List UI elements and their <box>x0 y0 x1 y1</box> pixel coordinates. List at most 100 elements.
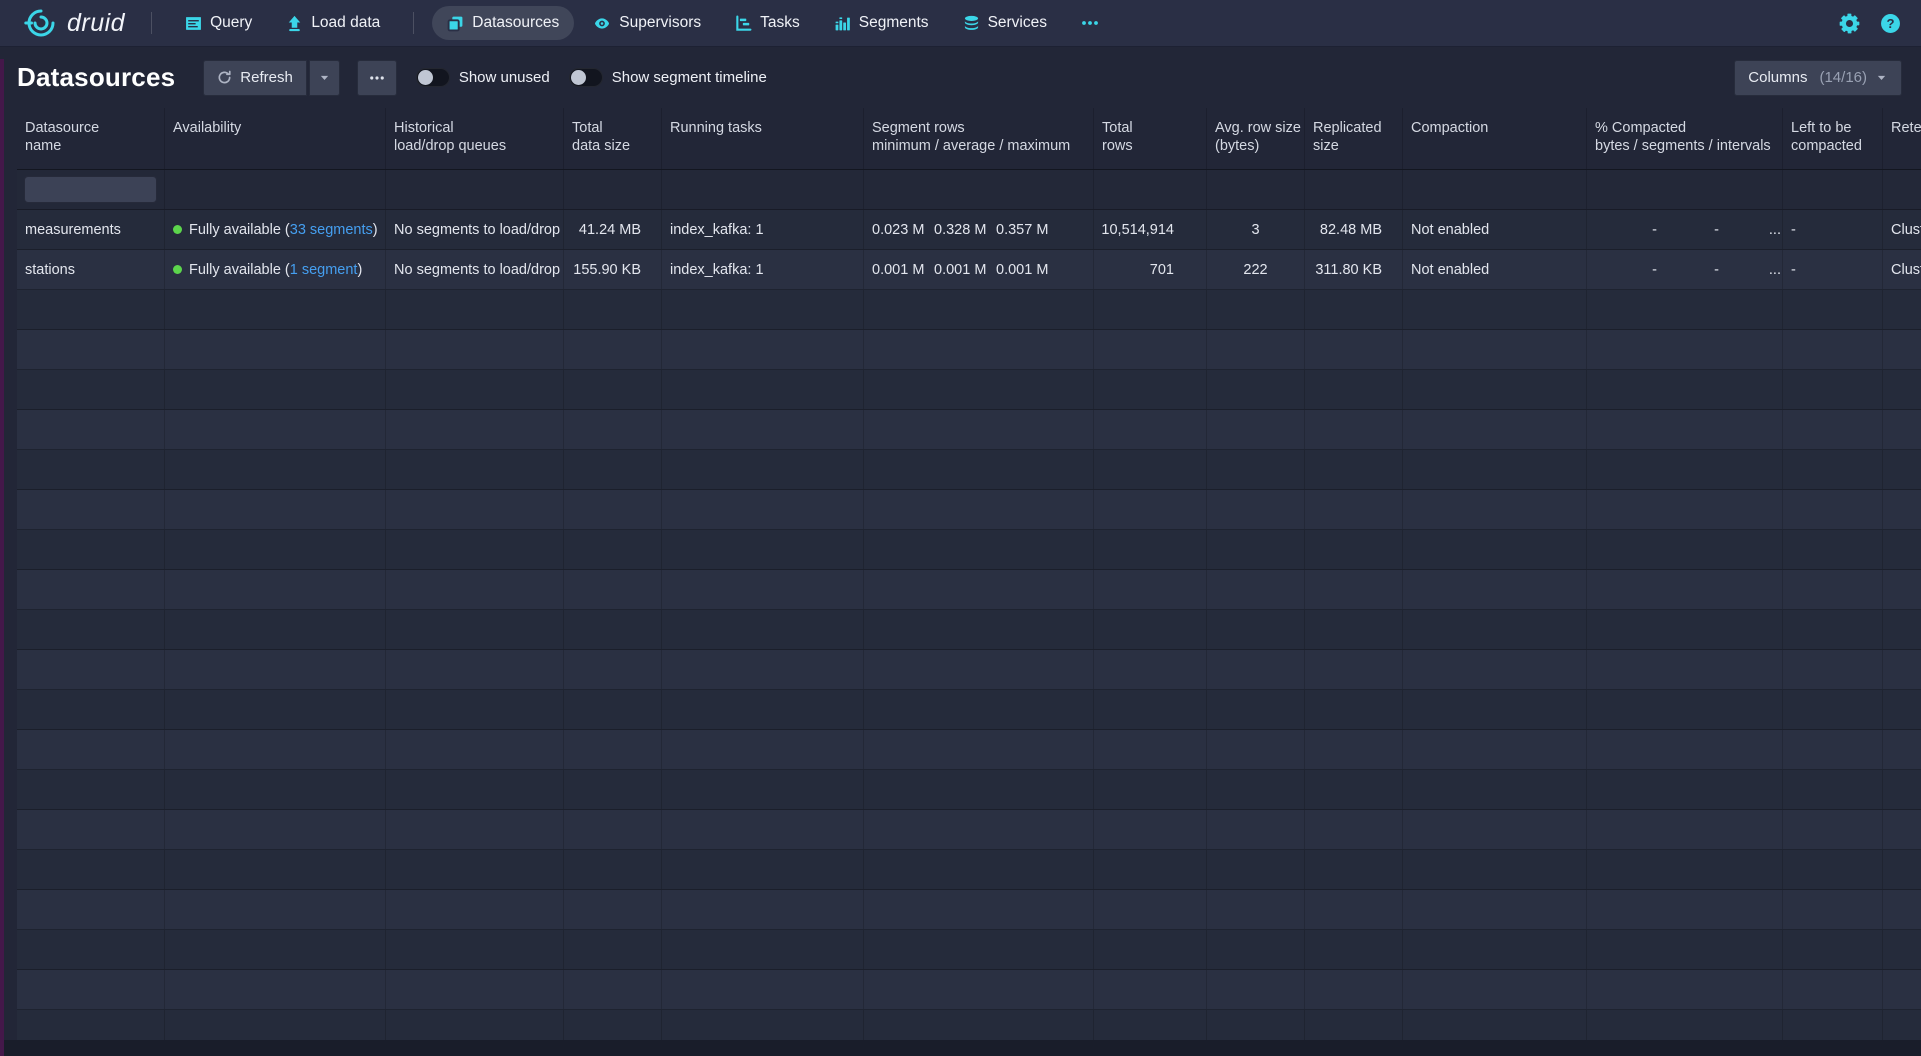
help-icon[interactable]: ? <box>1880 13 1901 34</box>
segments-link[interactable]: 1 segment <box>290 262 358 278</box>
cell-replicated_size: 82.48 MB <box>1305 210 1403 249</box>
column-header-availability[interactable]: Availability <box>165 108 386 169</box>
horizontal-scrollbar[interactable] <box>0 1040 1921 1056</box>
empty-cell <box>1403 490 1587 529</box>
empty-cell <box>1783 770 1883 809</box>
column-header-historical_queues[interactable]: Historicalload/drop queues <box>386 108 564 169</box>
settings-gear-icon[interactable] <box>1839 13 1860 34</box>
cell-segment_rows: 0.001 M0.001 M0.001 M <box>864 250 1094 289</box>
empty-cell <box>1207 450 1305 489</box>
column-header-total_rows[interactable]: Totalrows <box>1094 108 1207 169</box>
table-row-empty <box>17 530 1921 570</box>
nav-item-label: Query <box>210 14 252 32</box>
cell-historical_queues: No segments to load/drop <box>386 250 564 289</box>
table-row-empty <box>17 650 1921 690</box>
empty-cell <box>386 530 564 569</box>
empty-cell <box>17 570 165 609</box>
column-header-line1: Datasource <box>25 119 156 137</box>
nav-item-datasources[interactable]: Datasources <box>432 6 574 40</box>
empty-cell <box>564 730 662 769</box>
empty-cell <box>165 290 386 329</box>
empty-cell <box>1783 610 1883 649</box>
empty-cell <box>1094 290 1207 329</box>
column-header-avg_row_size[interactable]: Avg. row size(bytes) <box>1207 108 1305 169</box>
empty-cell <box>1587 370 1783 409</box>
empty-cell <box>1094 850 1207 889</box>
empty-cell <box>165 770 386 809</box>
toggle-switch[interactable] <box>416 68 450 87</box>
nav-item-segments[interactable]: Segments <box>819 6 944 40</box>
empty-cell <box>1883 970 1921 1009</box>
empty-cell <box>1587 530 1783 569</box>
column-header-running_tasks[interactable]: Running tasks <box>662 108 864 169</box>
show-unused-toggle[interactable]: Show unused <box>416 68 550 87</box>
nav-item-query[interactable]: Query <box>170 6 267 40</box>
column-header-left_to_be_compacted[interactable]: Left to becompacted <box>1783 108 1883 169</box>
nav-item-label: Datasources <box>472 14 559 32</box>
empty-cell <box>662 810 864 849</box>
column-header-compaction[interactable]: Compaction <box>1403 108 1587 169</box>
cell-running_tasks: index_kafka: 1 <box>662 250 864 289</box>
empty-cell <box>1783 650 1883 689</box>
empty-cell <box>17 730 165 769</box>
empty-cell <box>864 890 1094 929</box>
empty-cell <box>564 290 662 329</box>
empty-cell <box>165 410 386 449</box>
column-header-replicated_size[interactable]: Replicatedsize <box>1305 108 1403 169</box>
empty-cell <box>864 650 1094 689</box>
datasource-name-filter-input[interactable] <box>24 176 157 203</box>
nav-more-button[interactable] <box>1066 7 1114 39</box>
empty-cell <box>1403 1010 1587 1040</box>
refresh-caret-button[interactable] <box>309 60 340 96</box>
column-header-line1: % Compacted <box>1595 119 1774 137</box>
empty-cell <box>1587 290 1783 329</box>
empty-cell <box>17 650 165 689</box>
column-header-total_data_size[interactable]: Totaldata size <box>564 108 662 169</box>
empty-cell <box>1403 930 1587 969</box>
empty-cell <box>662 370 864 409</box>
empty-cell <box>662 490 864 529</box>
empty-cell <box>1783 290 1883 329</box>
cell-value: index_kafka: 1 <box>670 262 764 278</box>
empty-cell <box>165 930 386 969</box>
column-header-retention[interactable]: Retention <box>1883 108 1921 169</box>
empty-cell <box>1305 530 1403 569</box>
toggle-switch[interactable] <box>569 68 603 87</box>
empty-cell <box>1207 290 1305 329</box>
segments-link[interactable]: 33 segments <box>290 222 373 238</box>
table-row-empty <box>17 330 1921 370</box>
nav-item-tasks[interactable]: Tasks <box>720 6 815 40</box>
column-header-percent_compacted[interactable]: % Compactedbytes / segments / intervals <box>1587 108 1783 169</box>
refresh-button[interactable]: Refresh <box>203 60 307 96</box>
empty-cell <box>1883 330 1921 369</box>
empty-cell <box>1403 730 1587 769</box>
empty-cell <box>1094 490 1207 529</box>
cell-retention: Cluster default <box>1883 210 1921 249</box>
column-header-line1: Retention <box>1891 119 1921 137</box>
column-header-line1: Compaction <box>1411 119 1578 137</box>
more-actions-button[interactable] <box>357 60 397 96</box>
table-body: measurementsFully available (33 segments… <box>17 210 1921 1040</box>
nav-item-services[interactable]: Services <box>948 6 1062 40</box>
empty-cell <box>1305 890 1403 929</box>
nav-item-load-data[interactable]: Load data <box>271 6 395 40</box>
availability-status-dot <box>173 265 182 274</box>
columns-button[interactable]: Columns(14/16) <box>1734 60 1902 96</box>
empty-cell <box>1783 330 1883 369</box>
toggle-label: Show segment timeline <box>612 69 767 86</box>
column-header-segment_rows[interactable]: Segment rowsminimum / average / maximum <box>864 108 1094 169</box>
empty-cell <box>864 450 1094 489</box>
page-title: Datasources <box>17 62 175 93</box>
empty-cell <box>1883 610 1921 649</box>
empty-cell <box>864 330 1094 369</box>
show-segment-timeline-toggle[interactable]: Show segment timeline <box>569 68 767 87</box>
empty-cell <box>1094 810 1207 849</box>
druid-logo[interactable]: druid <box>24 7 131 39</box>
nav-item-supervisors[interactable]: Supervisors <box>578 6 716 40</box>
empty-cell <box>662 770 864 809</box>
cell-value: No segments to load/drop <box>394 262 560 278</box>
empty-cell <box>1094 370 1207 409</box>
cell-percent_compacted: --... <box>1587 210 1783 249</box>
empty-cell <box>1207 890 1305 929</box>
column-header-name[interactable]: Datasourcename <box>17 108 165 169</box>
